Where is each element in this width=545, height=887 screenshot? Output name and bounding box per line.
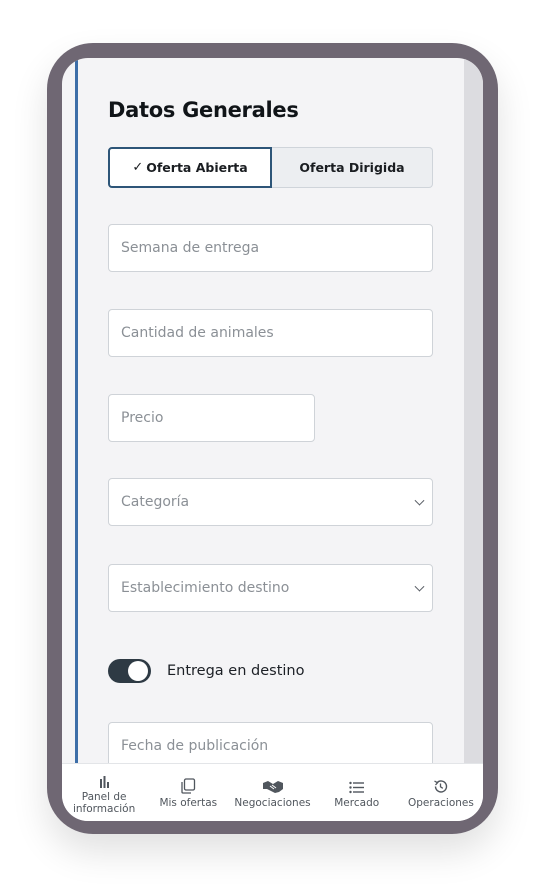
- open-offer-label: Oferta Abierta: [146, 160, 248, 175]
- page-title: Datos Generales: [108, 98, 299, 122]
- nav-label-market: Mercado: [334, 796, 380, 809]
- directed-offer-label: Oferta Dirigida: [299, 160, 405, 175]
- category-select[interactable]: Categoría: [108, 478, 433, 526]
- nav-item-market[interactable]: Mercado: [315, 764, 399, 821]
- handshake-icon: [262, 778, 284, 794]
- destination-placeholder: Establecimiento destino: [121, 580, 290, 596]
- nav-label-negotiations: Negociaciones: [234, 796, 311, 809]
- chevron-down-icon: [414, 581, 425, 592]
- offer-type-toggle: ✓ Oferta Abierta Oferta Dirigida: [108, 147, 433, 188]
- delivery-week-input[interactable]: Semana de entrega: [108, 224, 433, 272]
- nav-label-panel: Panel de información: [72, 790, 136, 815]
- list-icon: [349, 778, 365, 794]
- delivery-switch-label: Entrega en destino: [167, 663, 305, 679]
- chevron-down-icon: [414, 495, 425, 506]
- animal-quantity-placeholder: Cantidad de animales: [121, 325, 274, 341]
- left-accent-bar: [75, 58, 78, 763]
- delivery-week-placeholder: Semana de entrega: [121, 240, 260, 256]
- category-placeholder: Categoría: [121, 494, 190, 510]
- nav-label-operations: Operaciones: [407, 796, 474, 809]
- destination-select[interactable]: Establecimiento destino: [108, 564, 433, 612]
- animal-quantity-input[interactable]: Cantidad de animales: [108, 309, 433, 357]
- scroll-gutter: [464, 58, 483, 821]
- open-offer-button[interactable]: ✓ Oferta Abierta: [108, 147, 272, 188]
- nav-item-my-offers[interactable]: Mis ofertas: [146, 764, 230, 821]
- price-placeholder: Precio: [121, 410, 164, 426]
- history-icon: [433, 778, 448, 794]
- delivery-toggle-switch[interactable]: [108, 659, 151, 683]
- check-icon: ✓: [132, 160, 144, 175]
- copy-icon: [180, 778, 196, 794]
- directed-offer-button[interactable]: Oferta Dirigida: [272, 147, 433, 188]
- nav-label-my-offers: Mis ofertas: [159, 796, 218, 809]
- nav-item-negotiations[interactable]: Negociaciones: [230, 764, 314, 821]
- switch-knob: [128, 661, 148, 681]
- publication-date-placeholder: Fecha de publicación: [121, 738, 269, 754]
- bar-chart-icon: [98, 772, 110, 788]
- delivery-switch-row: Entrega en destino: [108, 658, 304, 684]
- nav-item-operations[interactable]: Operaciones: [399, 764, 483, 821]
- nav-item-panel[interactable]: Panel de información: [62, 764, 146, 821]
- price-input[interactable]: Precio: [108, 394, 315, 442]
- bottom-nav: Panel de información Mis ofertas Negocia…: [62, 763, 483, 821]
- app-screen: Datos Generales ✓ Oferta Abierta Oferta …: [62, 58, 483, 821]
